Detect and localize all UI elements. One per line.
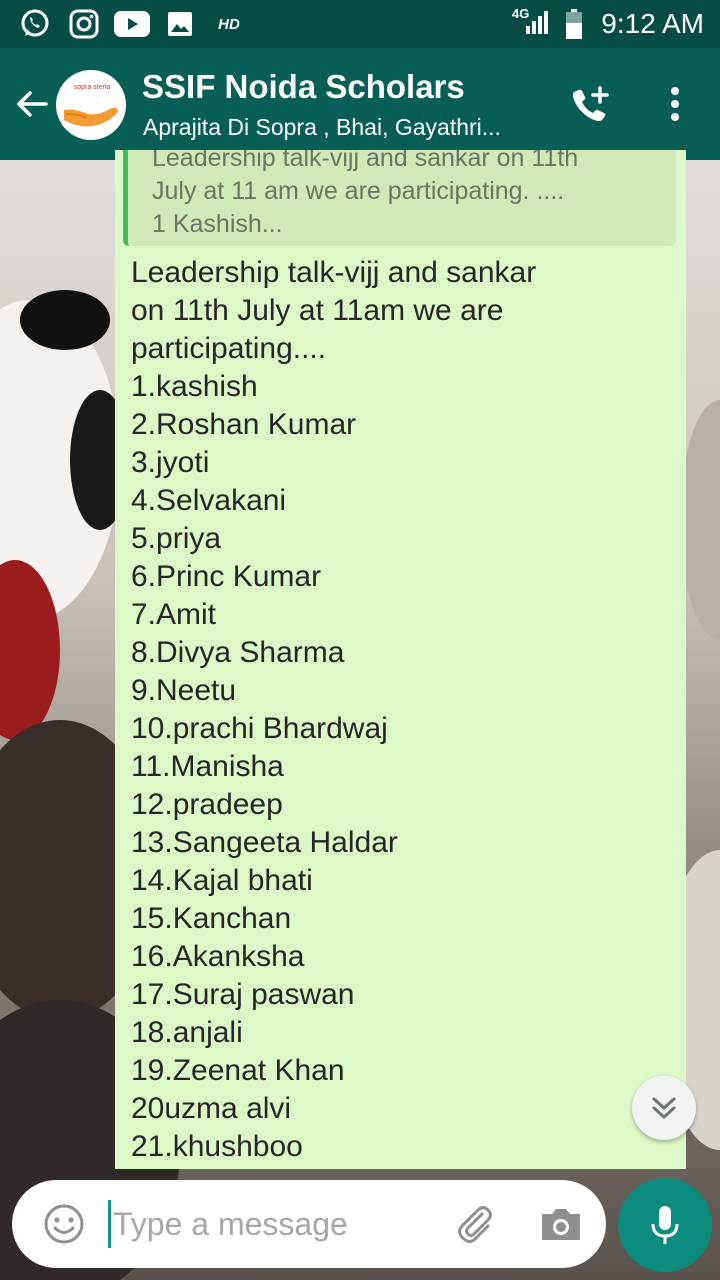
paperclip-icon <box>458 1206 492 1243</box>
message-line: 5.priya <box>131 522 222 555</box>
message-line: 13.Sangeeta Haldar <box>131 826 398 859</box>
message-line: 3.jyoti <box>131 446 210 479</box>
gallery-icon <box>166 8 194 40</box>
battery-icon <box>564 8 584 40</box>
group-avatar[interactable]: sopra steria <box>56 70 126 140</box>
message-line: 14.Kajal bhati <box>131 864 313 897</box>
back-button[interactable] <box>12 84 52 124</box>
chat-title[interactable]: SSIF Noida Scholars <box>142 68 465 106</box>
message-line: 7.Amit <box>131 598 217 631</box>
wallpaper-shape <box>680 400 720 640</box>
more-vert-icon <box>671 113 679 121</box>
message-text: Leadership talk-vijj and sankar on 11th … <box>131 254 671 1166</box>
message-line: 1.kashish <box>131 370 258 403</box>
more-options-button[interactable] <box>660 82 690 126</box>
message-line: 21.khushboo <box>131 1130 303 1163</box>
message-line: Leadership talk-vijj and sankar <box>131 256 537 289</box>
hand-logo-icon <box>64 107 118 127</box>
camera-icon <box>542 1209 580 1240</box>
emoji-button[interactable] <box>42 1202 86 1246</box>
back-arrow-icon <box>17 91 48 117</box>
message-line: 6.Princ Kumar <box>131 560 322 593</box>
double-chevron-down-icon <box>652 1097 676 1119</box>
message-line: 17.Suraj paswan <box>131 978 355 1011</box>
scroll-to-bottom-button[interactable] <box>632 1076 696 1140</box>
emoji-icon <box>44 1204 84 1244</box>
message-line: 20uzma alvi <box>131 1092 292 1125</box>
message-line: participating.... <box>131 332 327 365</box>
message-line: 19.Zeenat Khan <box>131 1054 345 1087</box>
camera-button[interactable] <box>538 1202 584 1246</box>
message-line: 4.Selvakani <box>131 484 287 517</box>
add-call-icon <box>573 86 609 121</box>
message-line: 2.Roshan Kumar <box>131 408 357 441</box>
message-input[interactable] <box>108 1200 438 1248</box>
signal-icon: 4G <box>512 6 548 40</box>
status-bar: HD 4G 9:12 AM <box>0 0 720 48</box>
add-call-button[interactable] <box>568 84 616 124</box>
hd-label: HD <box>218 15 240 33</box>
message-line: 15.Kanchan <box>131 902 292 935</box>
message-bubble[interactable]: Leadership talk-vijj and sankar on 11th … <box>115 150 686 1169</box>
message-line: 11.Manisha <box>131 750 284 783</box>
quoted-line: Leadership talk-vijj and sankar on 11th <box>152 150 579 172</box>
quoted-message[interactable]: Leadership talk-vijj and sankar on 11th … <box>123 150 676 246</box>
compose-bar <box>12 1180 606 1268</box>
chat-participants[interactable]: Aprajita Di Sopra , Bhai, Gayathri... <box>143 114 543 141</box>
clock: 9:12 AM <box>601 8 704 39</box>
quoted-line: July at 11 am we are participating. .... <box>152 177 565 205</box>
youtube-icon <box>114 8 150 40</box>
voice-message-button[interactable] <box>618 1178 712 1272</box>
instagram-icon <box>68 8 100 40</box>
message-line: 12.pradeep <box>131 788 283 821</box>
wallpaper-shape <box>20 290 110 350</box>
message-line: 16.Akanksha <box>131 940 305 973</box>
more-vert-icon <box>671 87 679 95</box>
quoted-line: 1 Kashish... <box>152 210 283 238</box>
whatsapp-icon <box>18 8 52 40</box>
attach-button[interactable] <box>452 1202 496 1246</box>
message-line: 9.Neetu <box>131 674 237 707</box>
quoted-message-text: Leadership talk-vijj and sankar on 11th … <box>152 150 672 241</box>
microphone-icon <box>651 1206 679 1244</box>
message-line: 10.prachi Bhardwaj <box>131 712 388 745</box>
message-line: 18.anjali <box>131 1016 243 1049</box>
chat-header: sopra steria SSIF Noida Scholars Aprajit… <box>0 48 720 160</box>
message-line: 8.Divya Sharma <box>131 636 345 669</box>
more-vert-icon <box>671 100 679 108</box>
message-line: on 11th July at 11am we are <box>131 294 504 327</box>
